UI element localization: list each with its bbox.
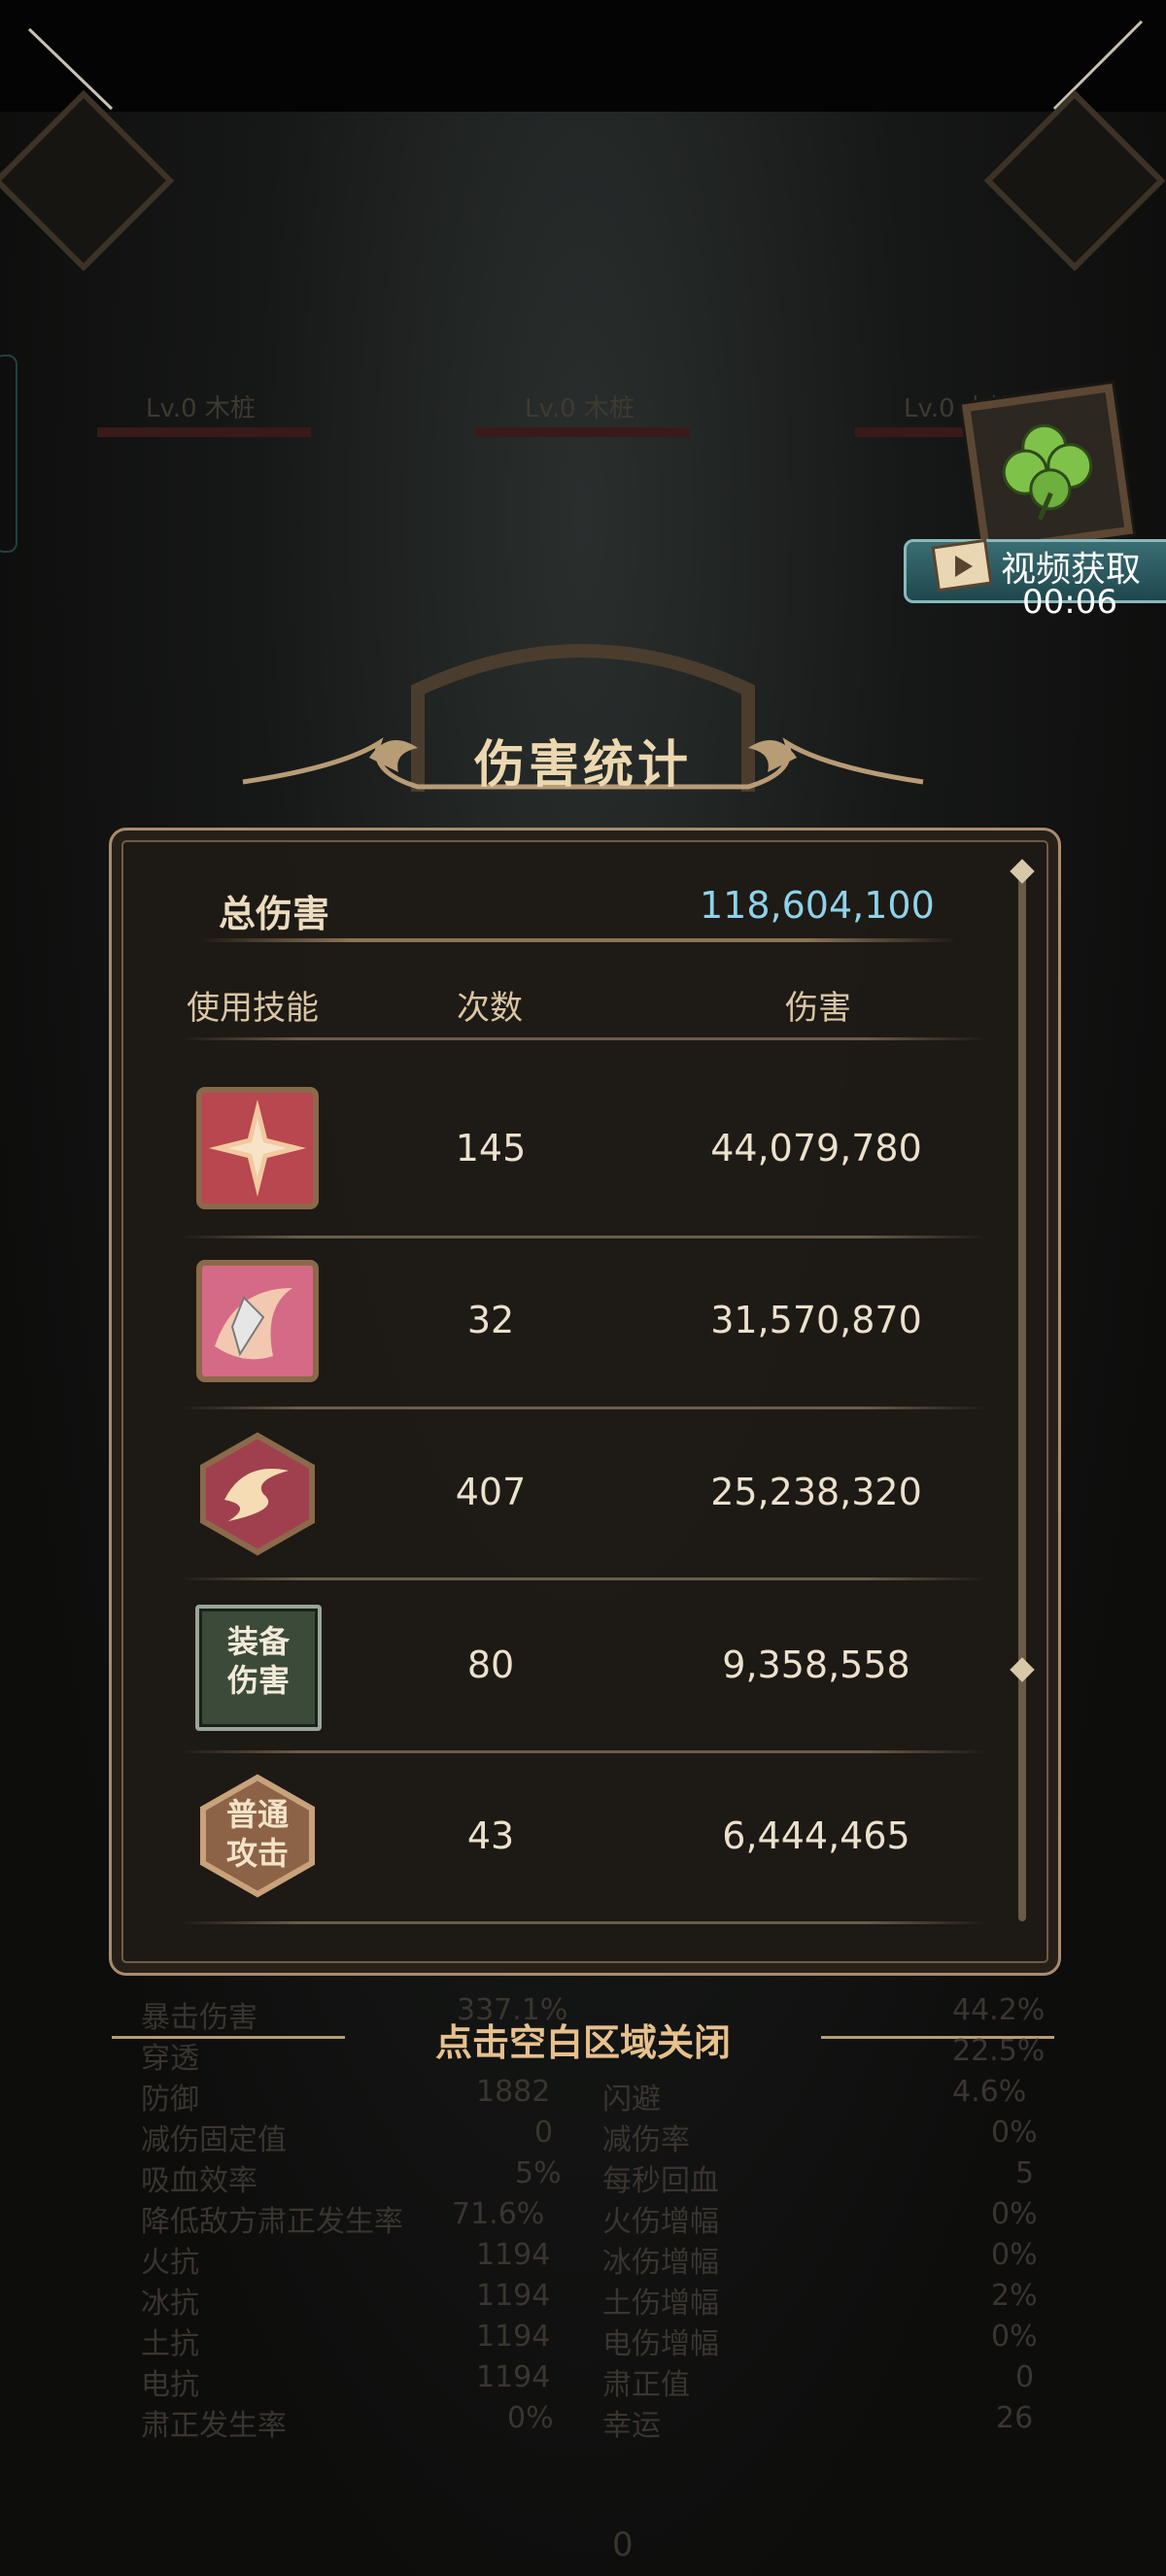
stat-value: 1882: [476, 2075, 551, 2109]
stat-label: 电抗: [141, 2368, 199, 2402]
stat-value: 0%: [991, 2116, 1038, 2150]
stat-label: 火伤增幅: [602, 2205, 719, 2239]
stat-label: 土伤增幅: [602, 2287, 719, 2321]
row-damage: 9,358,558: [722, 1644, 910, 1686]
stat-value: 2%: [991, 2279, 1038, 2313]
stat-label: 每秒回血: [602, 2164, 719, 2198]
chest-icon: [983, 89, 1166, 272]
stat-label: 闪避: [602, 2083, 661, 2117]
stat-value: 0%: [991, 2197, 1038, 2231]
row-count: 407: [455, 1471, 527, 1513]
row-damage: 6,444,465: [722, 1814, 910, 1857]
row-damage: 25,238,320: [710, 1471, 922, 1513]
reward-timer: 00:06: [1022, 583, 1117, 622]
row-divider: [180, 1577, 986, 1580]
stat-value: 0%: [507, 2401, 554, 2435]
equipment-damage-label-1: 装备: [226, 1623, 290, 1660]
stat-value: 0: [1015, 2360, 1035, 2394]
stat-value: 337.1%: [457, 1993, 568, 2027]
stat-label: 防御: [141, 2083, 199, 2117]
stat-value: 0: [534, 2116, 554, 2150]
stat-label: 冰抗: [141, 2287, 199, 2321]
normal-attack-label-2: 攻击: [225, 1835, 289, 1872]
stat-label: 火抗: [141, 2246, 199, 2280]
stat-value: 0%: [991, 2320, 1038, 2354]
enemy-label: Lv.0 木桩: [146, 394, 256, 424]
row-divider: [180, 1037, 986, 1040]
equipment-damage-label-2: 伤害: [226, 1662, 290, 1699]
stat-value: 1194: [476, 2360, 551, 2394]
castle-button[interactable]: [0, 89, 175, 272]
stat-label: 肃正值: [602, 2368, 690, 2402]
stat-label: 穿透: [141, 2042, 199, 2076]
row-count: 145: [455, 1127, 527, 1169]
side-tab[interactable]: [0, 355, 17, 553]
stat-label: 土抗: [141, 2327, 199, 2361]
enemy-label: Lv.0 木桩: [525, 394, 634, 424]
row-count: 80: [466, 1644, 515, 1686]
stat-value: 1194: [476, 2320, 551, 2354]
castle-icon: [0, 89, 175, 272]
stat-label: 幸运: [602, 2409, 661, 2443]
stat-label: 暴击伤害: [141, 2001, 257, 2035]
stat-value: 5: [1015, 2156, 1035, 2190]
total-damage-value: 118,604,100: [700, 884, 935, 927]
row-damage: 44,079,780: [710, 1127, 922, 1169]
stat-label: 减伤固定值: [141, 2123, 287, 2157]
row-count: 43: [466, 1814, 515, 1857]
stat-value: 1194: [476, 2279, 551, 2313]
stat-label: 冰伤增幅: [602, 2246, 719, 2280]
row-damage: 31,570,870: [710, 1299, 922, 1341]
row-count: 32: [466, 1299, 515, 1341]
row-divider: [180, 1407, 986, 1409]
stat-value: 22.5%: [952, 2034, 1046, 2068]
corner-lines: [27, 19, 1144, 111]
header-count: 次数: [457, 989, 523, 1028]
chest-button[interactable]: [983, 89, 1166, 272]
sword-swirl-icon: [196, 1260, 319, 1382]
header-damage: 伤害: [785, 989, 851, 1028]
stat-value: 26: [996, 2401, 1034, 2435]
stat-value: 4.6%: [952, 2075, 1027, 2109]
stat-label: 吸血效率: [141, 2164, 257, 2198]
stat-value: 44.2%: [952, 1993, 1046, 2027]
clover-reward[interactable]: [961, 383, 1134, 556]
bottom-counter: 0: [612, 2525, 634, 2564]
stat-label: 减伤率: [602, 2123, 690, 2157]
row-divider: [180, 1750, 986, 1753]
stat-value: 0%: [991, 2238, 1038, 2272]
stat-value: 1194: [476, 2238, 551, 2272]
stat-value: 5%: [515, 2156, 562, 2190]
total-divider: [199, 938, 957, 942]
enemy-hp-bar: [476, 427, 690, 437]
stat-label: 降低敌方肃正发生率: [141, 2205, 403, 2239]
stat-label: 电伤增幅: [602, 2327, 719, 2361]
row-divider: [180, 1236, 986, 1238]
stat-label: 肃正发生率: [141, 2409, 287, 2443]
film-icon: [931, 538, 993, 593]
normal-attack-label-1: 普通: [225, 1796, 289, 1833]
clover-icon: [1002, 424, 1093, 521]
whirlwind-icon: [200, 1432, 315, 1556]
enemy-hp-bar: [97, 427, 311, 437]
stat-value: 71.6%: [452, 2197, 545, 2231]
header-skill: 使用技能: [187, 989, 319, 1028]
damage-stats-title: 伤害统计: [473, 736, 692, 795]
row-divider: [180, 1921, 986, 1924]
total-damage-label: 总伤害: [219, 893, 330, 935]
scrollbar-track[interactable]: [1018, 872, 1026, 1921]
crystal-burst-icon: [196, 1087, 319, 1209]
